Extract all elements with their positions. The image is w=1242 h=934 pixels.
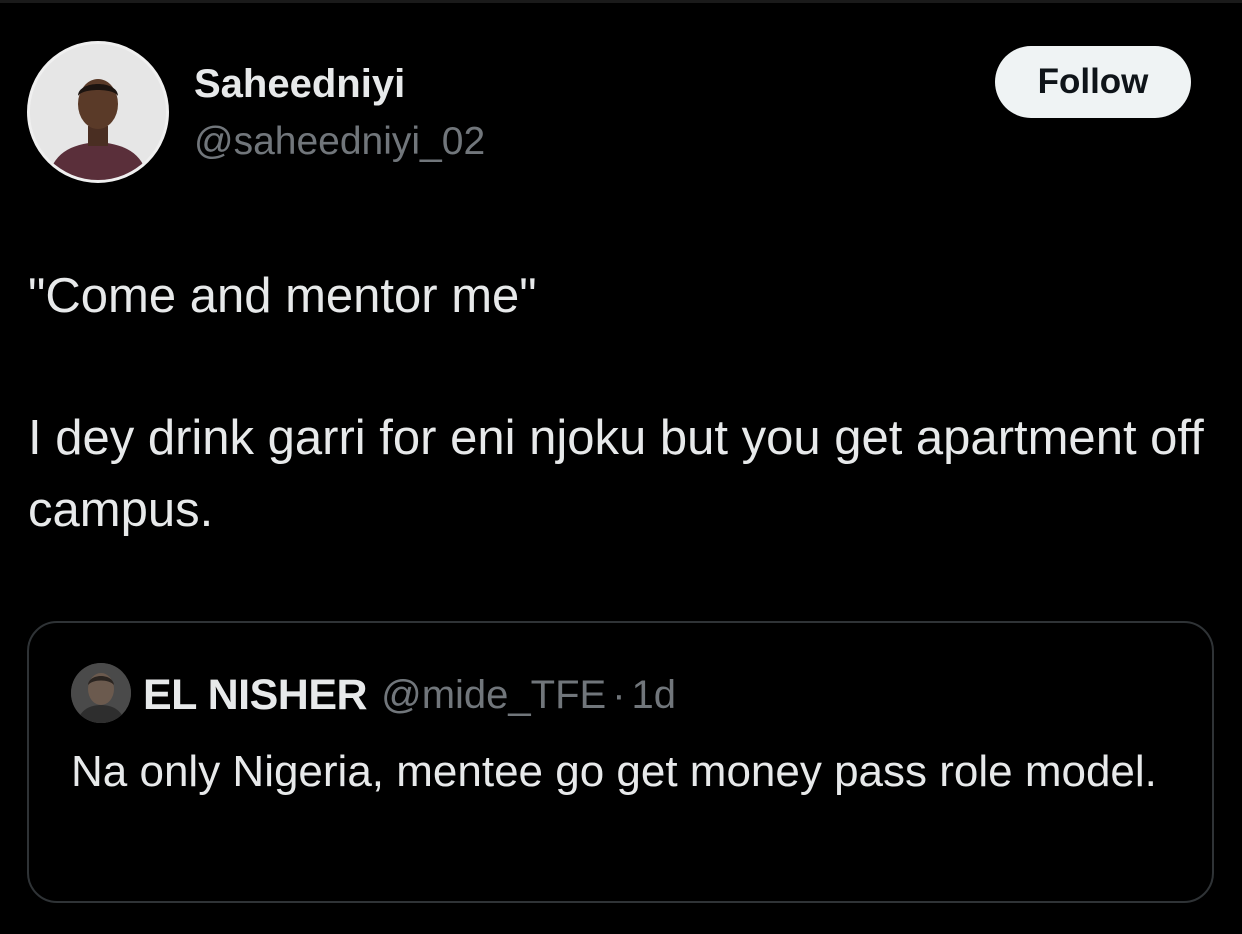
separator-dot: · <box>612 672 626 717</box>
quoted-author-name[interactable]: EL NISHER <box>143 671 368 720</box>
quoted-author-avatar[interactable] <box>71 663 131 723</box>
author-display-name[interactable]: Saheedniyi <box>194 60 405 108</box>
top-divider <box>0 0 1242 3</box>
profile-photo-icon <box>30 44 166 180</box>
profile-photo-icon <box>71 663 131 723</box>
quoted-tweet-time[interactable]: 1d <box>632 673 677 718</box>
follow-button[interactable]: Follow <box>995 46 1191 118</box>
tweet-card: Saheedniyi @saheedniyi_02 Follow "Come a… <box>0 0 1242 934</box>
tweet-text: "Come and mentor me" I dey drink garri f… <box>28 260 1208 546</box>
tweet-paragraph: "Come and mentor me" <box>28 269 537 323</box>
quoted-tweet-header: EL NISHER @mide_TFE · 1d <box>143 667 676 723</box>
quoted-tweet[interactable]: EL NISHER @mide_TFE · 1d Na only Nigeria… <box>27 621 1214 903</box>
quoted-author-handle[interactable]: @mide_TFE <box>381 673 606 718</box>
author-avatar[interactable] <box>27 41 169 183</box>
tweet-paragraph: I dey drink garri for eni njoku but you … <box>28 411 1204 537</box>
author-handle[interactable]: @saheedniyi_02 <box>194 118 485 166</box>
quoted-tweet-text: Na only Nigeria, mentee go get money pas… <box>71 747 1157 796</box>
